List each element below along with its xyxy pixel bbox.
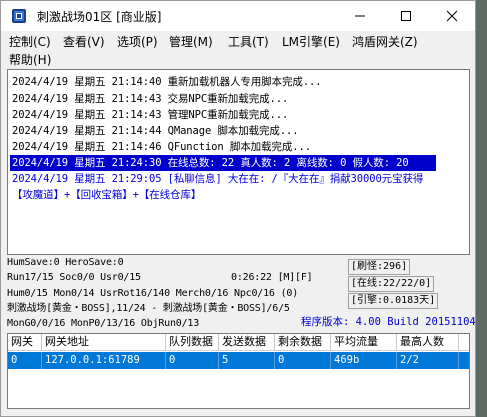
status-run: Run17/15 Soc0/0 Usr0/15 (7, 272, 141, 283)
col-sent-data[interactable]: 发送数据 (219, 334, 275, 351)
status-time: 0:26:22 [M][F] (231, 272, 313, 283)
col-max-users[interactable]: 最高人数 (397, 334, 459, 351)
cell-address: 127.0.0.1:61789 (42, 352, 166, 369)
maximize-icon (401, 11, 411, 21)
minimize-button[interactable] (337, 1, 383, 31)
maximize-button[interactable] (383, 1, 429, 31)
menu-help[interactable]: 帮助(H) (9, 52, 51, 68)
table-header: 网关 网关地址 队列数据 发送数据 剩余数据 平均流量 最高人数 (8, 334, 469, 351)
cell-avg-traffic: 469b (331, 352, 397, 369)
online-count: [在线:22/22/0] (348, 276, 435, 292)
menu-tools[interactable]: 工具(T) (228, 34, 269, 50)
log-line-private-message: 2024/4/19 星期五 21:29:05 [私聊信息] 大在在: /『大在在… (12, 173, 424, 185)
cell-max-users: 2/2 (397, 352, 459, 369)
log-line: 2024/4/19 星期五 21:14:44 QManage 脚本加载完成... (12, 125, 299, 137)
close-icon (446, 10, 458, 22)
minimize-icon (355, 15, 365, 17)
cell-remaining: 0 (275, 352, 331, 369)
main-window: 刺激战场01区 [商业版] 控制(C) 查看(V) 选项(P) 管理(M) 工具… (0, 0, 476, 417)
log-line: 2024/4/19 星期五 21:14:40 重新加载机器人专用脚本完成... (12, 76, 322, 88)
cell-sent: 5 (219, 352, 275, 369)
cell-queue: 0 (166, 352, 219, 369)
col-avg-traffic[interactable]: 平均流量 (331, 334, 397, 351)
log-line-selected: 2024/4/19 星期五 21:24:30 在线总数: 22 真人数: 2 离… (10, 155, 436, 171)
col-gateway[interactable]: 网关 (8, 334, 42, 351)
status-map: 刺激战场[黄金・BOSS],11/24 - 刺激战场[黄金・BOSS]/6/5 (7, 303, 290, 314)
close-button[interactable] (429, 1, 475, 31)
menu-bar: 控制(C) 查看(V) 选项(P) 管理(M) 工具(T) LM引擎(E) 鸿盾… (1, 32, 475, 68)
menu-lm-engine[interactable]: LM引擎(E) (282, 34, 340, 50)
col-gateway-address[interactable]: 网关地址 (42, 334, 166, 351)
menu-manage[interactable]: 管理(M) (169, 34, 213, 50)
col-remaining-data[interactable]: 剩余数据 (275, 334, 331, 351)
log-line-links: 【攻魔道】+【回收宝箱】+【在线仓库】 (12, 189, 202, 201)
log-line: 2024/4/19 星期五 21:14:46 QFunction 脚本加载完成.… (12, 141, 311, 153)
window-title: 刺激战场01区 [商业版] (37, 10, 162, 24)
status-hum: Hum0/15 Mon0/14 UsrRot16/140 Merch0/16 N… (7, 288, 299, 299)
table-row[interactable]: 0 127.0.0.1:61789 0 5 0 469b 2/2 (8, 352, 469, 369)
refresh-monster-count: [刷怪:296] (348, 259, 411, 275)
title-bar[interactable]: 刺激战场01区 [商业版] (1, 1, 475, 31)
menu-control[interactable]: 控制(C) (9, 34, 51, 50)
status-save: HumSave:0 HeroSave:0 (7, 257, 124, 268)
menu-gateway[interactable]: 鸿盾网关(Z) (352, 34, 418, 50)
engine-uptime: [引擎:0.0183天] (348, 293, 439, 309)
gateway-table[interactable]: 网关 网关地址 队列数据 发送数据 剩余数据 平均流量 最高人数 0 127.0… (7, 333, 470, 409)
menu-view[interactable]: 查看(V) (63, 34, 105, 50)
log-panel[interactable]: 2024/4/19 星期五 21:14:40 重新加载机器人专用脚本完成... … (7, 69, 470, 255)
status-mon: MonG0/0/16 MonP0/13/16 ObjRun0/13 (7, 318, 200, 329)
cell-gateway: 0 (8, 352, 42, 369)
menu-options[interactable]: 选项(P) (117, 34, 158, 50)
program-version: 程序版本: 4.00 Build 20151104 (301, 316, 476, 328)
log-line: 2024/4/19 星期五 21:14:43 管理NPC重新加载完成... (12, 109, 289, 121)
app-icon (12, 9, 26, 23)
log-line: 2024/4/19 星期五 21:14:43 交易NPC重新加载完成... (12, 93, 289, 105)
col-queue-data[interactable]: 队列数据 (166, 334, 219, 351)
